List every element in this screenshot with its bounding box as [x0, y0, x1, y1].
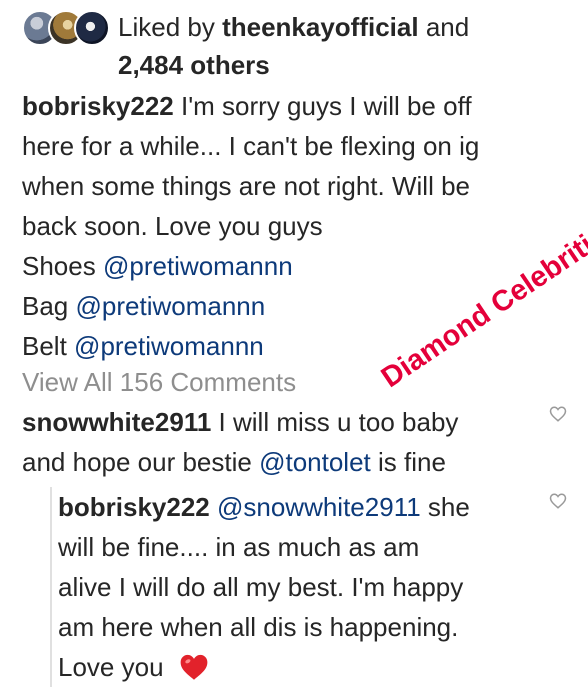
- liker-username[interactable]: theenkayofficial: [222, 12, 419, 42]
- heart-outline-icon[interactable]: [549, 492, 567, 510]
- avatar[interactable]: [74, 10, 110, 46]
- comment-username[interactable]: snowwhite2911: [22, 407, 211, 437]
- liked-by-prefix: Liked by: [118, 12, 223, 42]
- likes-text: Liked by theenkayofficial and 2,484 othe…: [118, 8, 578, 84]
- caption-line: back soon. Love you guys: [22, 211, 323, 241]
- comment-text: is fine: [370, 447, 446, 477]
- reply-comment: bobrisky222 @snowwhite2911 she will be f…: [50, 487, 538, 687]
- reply-text: she: [420, 492, 470, 522]
- comment: snowwhite2911 I will miss u too baby and…: [22, 402, 527, 482]
- comment-mention[interactable]: @tontolet: [259, 447, 371, 477]
- caption-username[interactable]: bobrisky222: [22, 91, 174, 121]
- reply-text: alive I will do all my best. I'm happy: [58, 572, 464, 602]
- credit-mention[interactable]: @pretiwomannn: [103, 251, 293, 281]
- comment-text: I will miss u too baby: [218, 407, 459, 437]
- credit-label: Belt: [22, 331, 67, 361]
- credit-mention[interactable]: @pretiwomannn: [76, 291, 266, 321]
- comment-text: and hope our bestie: [22, 447, 260, 477]
- reply-text: Love you: [58, 652, 164, 682]
- heart-outline-icon[interactable]: [549, 405, 567, 423]
- credit-mention[interactable]: @pretiwomannn: [74, 331, 264, 361]
- caption-line: here for a while... I can't be flexing o…: [22, 131, 480, 161]
- likes-count[interactable]: 2,484 others: [118, 50, 270, 80]
- reply-text: will be fine.... in as much as am: [58, 532, 420, 562]
- red-heart-emoji: [180, 654, 208, 680]
- credit-label: Bag: [22, 291, 69, 321]
- credit-label: Shoes: [22, 251, 96, 281]
- liker-avatars[interactable]: [22, 10, 110, 46]
- liked-by-suffix: and: [418, 12, 470, 42]
- reply-username[interactable]: bobrisky222: [58, 492, 210, 522]
- caption-line: when some things are not right. Will be: [22, 171, 470, 201]
- view-all-comments-link[interactable]: View All 156 Comments: [22, 362, 296, 402]
- reply-text: am here when all dis is happening.: [58, 612, 459, 642]
- caption-line: I'm sorry guys I will be off: [180, 91, 472, 121]
- reply-mention[interactable]: @snowwhite2911: [217, 492, 421, 522]
